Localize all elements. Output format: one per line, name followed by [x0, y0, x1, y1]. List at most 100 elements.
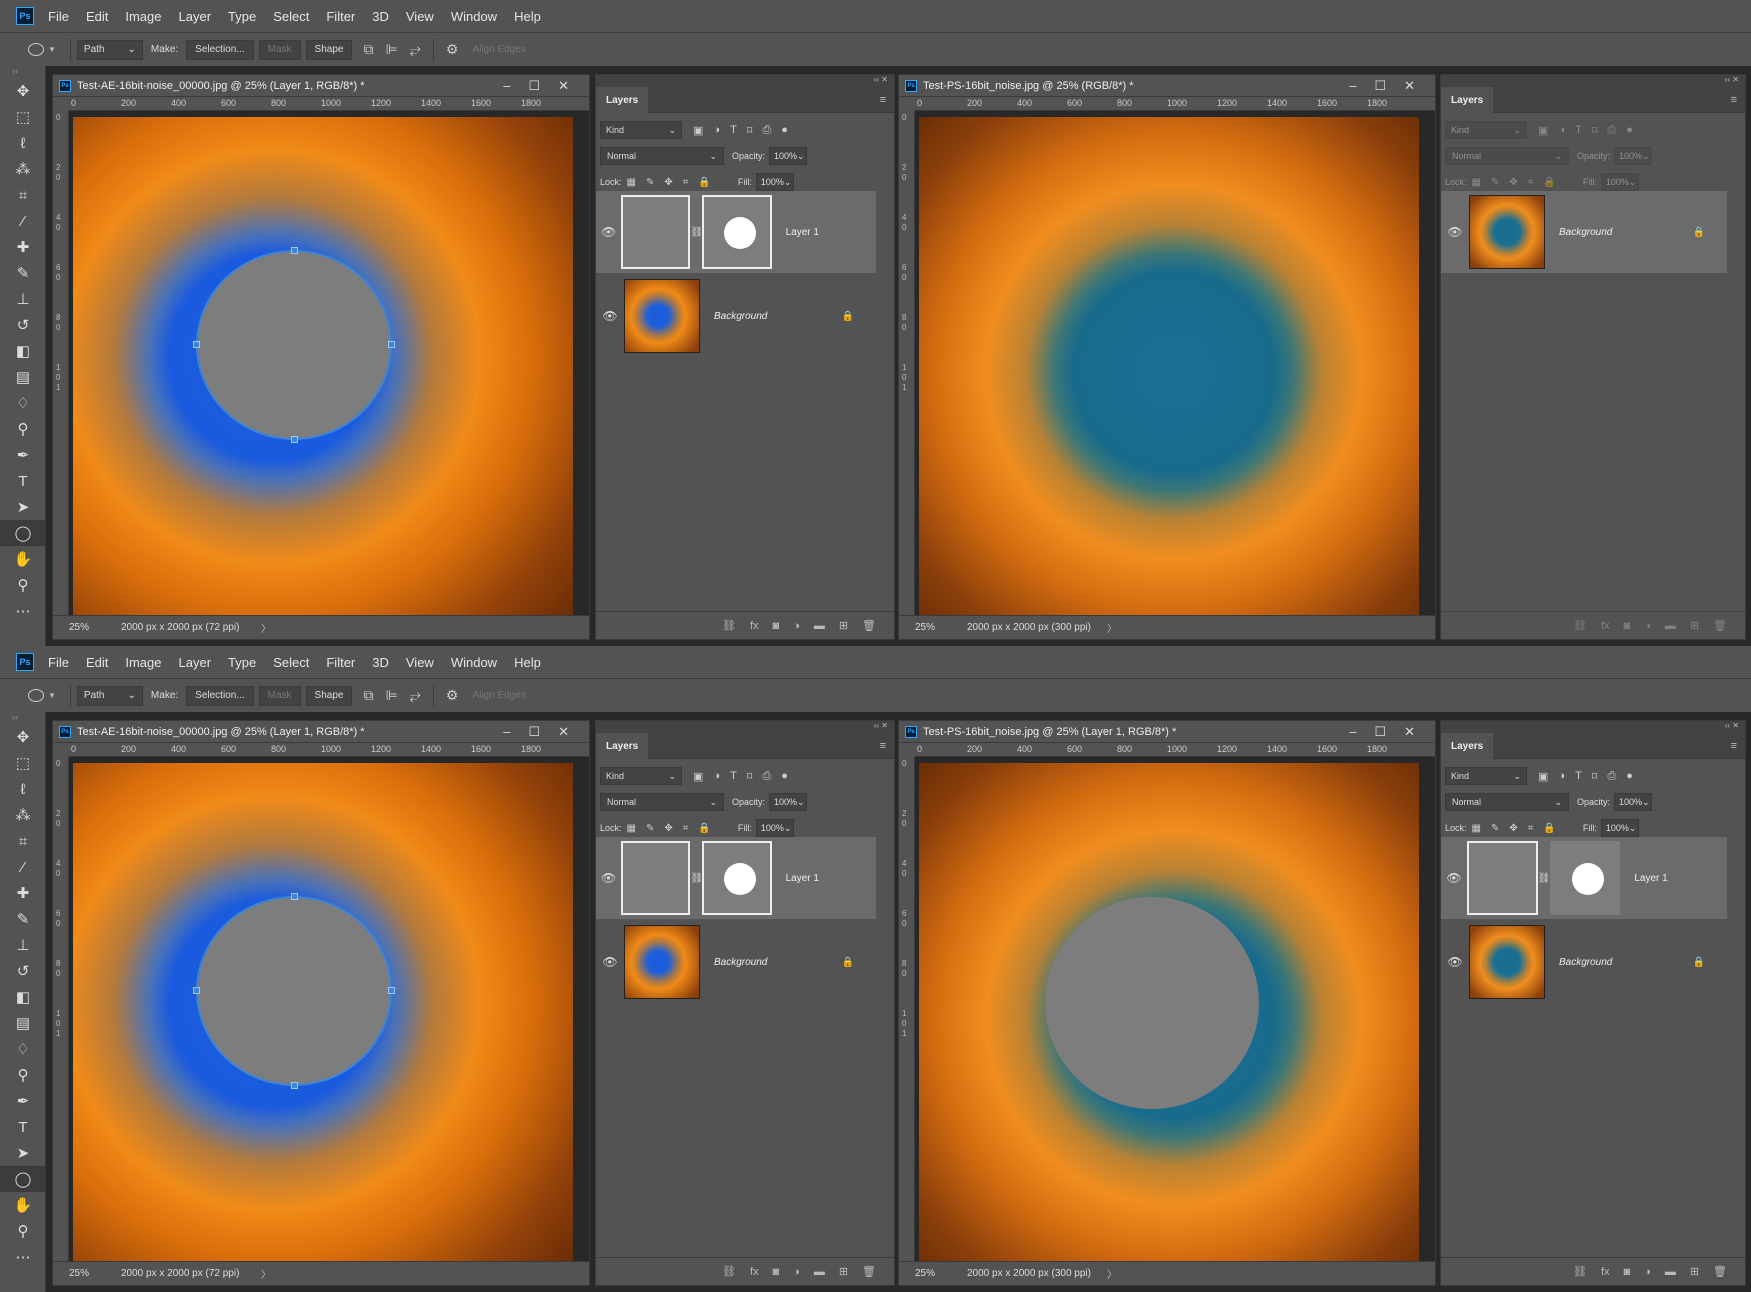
minimize-icon[interactable]: – — [503, 78, 510, 94]
type-tool-icon[interactable]: T — [0, 468, 46, 494]
menu-window[interactable]: Window — [451, 9, 497, 24]
layer-name[interactable]: Background — [1559, 227, 1659, 238]
lock-all-icon[interactable]: 🔒 — [1543, 177, 1555, 188]
stamp-tool-icon[interactable]: ⊥ — [0, 932, 46, 958]
layer-thumbnail[interactable] — [1469, 925, 1545, 999]
opacity-field[interactable]: 100% ⌄ — [1614, 147, 1653, 165]
zoom-level[interactable]: 25% — [899, 622, 947, 633]
blend-mode-select[interactable]: Normal ⌄ — [1445, 147, 1569, 165]
ellipse-tool-icon[interactable]: ◯ — [0, 1166, 46, 1192]
dodge-tool-icon[interactable]: ⚲ — [0, 416, 46, 442]
type-filter-icon[interactable]: T — [730, 770, 737, 782]
align-edges-checkbox[interactable]: Align Edges — [472, 690, 525, 701]
layer-thumbnail[interactable] — [1469, 195, 1545, 269]
menu-image[interactable]: Image — [125, 655, 161, 670]
adjustment-filter-icon[interactable]: ◑ — [1558, 770, 1565, 782]
gradient-image[interactable] — [73, 117, 573, 617]
layer-name[interactable]: Background — [714, 311, 814, 322]
canvas-area[interactable] — [69, 757, 589, 1263]
zoom-tool-icon[interactable]: ⚲ — [0, 572, 46, 598]
menu-3d[interactable]: 3D — [372, 655, 389, 670]
magic-wand-tool-icon[interactable]: ⁂ — [0, 156, 46, 182]
trash-icon[interactable]: 🗑 — [862, 1265, 876, 1278]
menu-type[interactable]: Type — [228, 9, 256, 24]
lock-all-icon[interactable]: 🔒 — [698, 823, 710, 834]
ellipse-tool-icon[interactable] — [28, 689, 44, 702]
ellipse-path[interactable] — [196, 896, 392, 1086]
gray-circle-layer[interactable] — [1045, 897, 1259, 1109]
chevron-down-icon[interactable]: ▼ — [48, 691, 56, 700]
mask-thumbnail[interactable] — [1549, 841, 1621, 915]
menu-select[interactable]: Select — [273, 9, 309, 24]
canvas-area[interactable] — [915, 757, 1435, 1263]
lock-transparent-icon[interactable]: ▦ — [1472, 823, 1481, 834]
zoom-level[interactable]: 25% — [53, 1268, 101, 1279]
type-filter-icon[interactable]: T — [730, 124, 737, 136]
gradient-image[interactable] — [919, 117, 1419, 617]
eraser-tool-icon[interactable]: ◧ — [0, 338, 46, 364]
adjustment-filter-icon[interactable]: ◑ — [713, 770, 720, 782]
layer-row-background[interactable]: 👁 Background 🔒 — [596, 921, 876, 1003]
new-layer-icon[interactable]: ⊞ — [1690, 1265, 1699, 1278]
adjustment-layer-icon[interactable]: ◑ — [1644, 1266, 1651, 1278]
smart-object-filter-icon[interactable]: ⎙ — [762, 124, 771, 137]
lock-artboard-icon[interactable]: ⌗ — [1528, 177, 1534, 188]
path-selection-tool-icon[interactable]: ➤ — [0, 1140, 46, 1166]
visibility-eye-icon[interactable]: 👁 — [1441, 871, 1467, 885]
filter-toggle-icon[interactable]: ● — [781, 124, 788, 136]
path-anchor-point[interactable] — [388, 987, 395, 994]
lasso-tool-icon[interactable]: ℓ — [0, 130, 46, 156]
shape-filter-icon[interactable]: ⌑ — [747, 770, 753, 783]
visibility-eye-icon[interactable]: 👁 — [1441, 955, 1469, 969]
chevron-right-icon[interactable]: 〉 — [261, 1266, 271, 1281]
fx-icon[interactable]: fx — [750, 1266, 759, 1278]
blend-mode-select[interactable]: Normal ⌄ — [1445, 793, 1569, 811]
layer-row-layer1[interactable]: 👁 ⛓ Layer 1 — [1441, 837, 1727, 919]
lock-all-icon[interactable]: 🔒 — [1543, 823, 1555, 834]
filter-toggle-icon[interactable]: ● — [1626, 770, 1633, 782]
eraser-tool-icon[interactable]: ◧ — [0, 984, 46, 1010]
gradient-tool-icon[interactable]: ▤ — [0, 364, 46, 390]
trash-icon[interactable]: 🗑 — [1713, 1265, 1727, 1278]
filter-toggle-icon[interactable]: ● — [1626, 124, 1633, 136]
visibility-eye-icon[interactable]: 👁 — [596, 955, 624, 969]
add-mask-icon[interactable]: ◙ — [1624, 1266, 1631, 1278]
maximize-icon[interactable]: ☐ — [1374, 78, 1386, 94]
ellipse-tool-icon[interactable] — [28, 43, 44, 56]
link-layers-icon[interactable]: ⛓ — [1573, 1265, 1587, 1278]
layer-row-background[interactable]: 👁 Background 🔒 — [1441, 921, 1727, 1003]
pen-tool-icon[interactable]: ✒ — [0, 442, 46, 468]
align-edges-checkbox[interactable]: Align Edges — [472, 44, 525, 55]
more-tools-icon[interactable]: ⋯ — [0, 1244, 46, 1270]
ellipse-tool-icon[interactable]: ◯ — [0, 520, 46, 546]
kind-filter-select[interactable]: Kind ⌄ — [1445, 767, 1527, 785]
collapse-icon[interactable]: ‹‹ ✕ — [596, 75, 894, 87]
menu-view[interactable]: View — [406, 9, 434, 24]
menu-select[interactable]: Select — [273, 655, 309, 670]
toolbar-grip[interactable]: ›› — [0, 66, 45, 78]
fx-icon[interactable]: fx — [1601, 1266, 1610, 1278]
new-group-icon[interactable]: ▬ — [814, 620, 825, 632]
layer-thumbnail[interactable] — [621, 195, 691, 269]
image-filter-icon[interactable]: ▣ — [693, 124, 703, 137]
new-layer-icon[interactable]: ⊞ — [839, 1265, 848, 1278]
path-selection-tool-icon[interactable]: ➤ — [0, 494, 46, 520]
menu-file[interactable]: File — [48, 9, 69, 24]
fill-field[interactable]: 100% ⌄ — [1600, 819, 1639, 837]
type-filter-icon[interactable]: T — [1575, 770, 1582, 782]
blend-mode-select[interactable]: Normal ⌄ — [600, 147, 724, 165]
menu-window[interactable]: Window — [451, 655, 497, 670]
menu-image[interactable]: Image — [125, 9, 161, 24]
image-filter-icon[interactable]: ▣ — [1538, 770, 1548, 783]
adjustment-filter-icon[interactable]: ◑ — [713, 124, 720, 136]
close-icon[interactable]: ✕ — [1404, 78, 1415, 94]
crop-tool-icon[interactable]: ⌗ — [0, 182, 46, 208]
layer-name[interactable]: Layer 1 — [786, 873, 876, 884]
panel-menu-icon[interactable]: ≡ — [880, 740, 886, 752]
panel-menu-icon[interactable]: ≡ — [880, 94, 886, 106]
visibility-eye-icon[interactable]: 👁 — [596, 871, 621, 885]
gradient-image[interactable] — [919, 763, 1419, 1263]
mask-button[interactable]: Mask — [258, 39, 301, 60]
eyedropper-tool-icon[interactable]: ⁄ — [0, 854, 46, 880]
layer-name[interactable]: Background — [714, 957, 814, 968]
